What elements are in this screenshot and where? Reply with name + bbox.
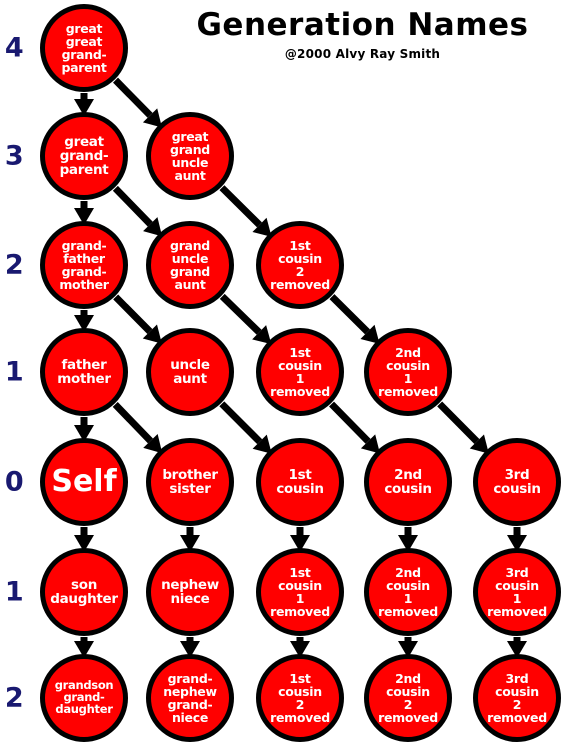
relative-node[interactable]: brother sister [146, 438, 234, 526]
relative-node-label: 1st cousin 2 removed [270, 238, 330, 292]
sibling-branch-arrow [113, 77, 162, 128]
relative-node[interactable]: son daughter [40, 548, 128, 636]
relative-node-label: 3rd cousin 1 removed [487, 565, 547, 619]
relative-node-label: Self [51, 464, 117, 500]
relative-node-label: nephew niece [161, 576, 219, 607]
relative-node[interactable]: 3rd cousin 1 removed [473, 548, 561, 636]
relative-node[interactable]: uncle aunt [146, 328, 234, 416]
relative-node-label: brother sister [162, 466, 218, 497]
relative-node-label: 2nd cousin 1 removed [378, 565, 438, 619]
relative-node[interactable]: grand uncle grand aunt [146, 221, 234, 309]
relative-node[interactable]: 2nd cousin 2 removed [364, 654, 452, 742]
sibling-branch-arrow [219, 185, 272, 237]
relative-node-label: uncle aunt [170, 356, 210, 387]
relative-node[interactable]: nephew niece [146, 548, 234, 636]
relative-node-label: great grand- parent [59, 133, 109, 179]
relative-node[interactable]: 1st cousin [256, 438, 344, 526]
generation-names-diagram: 4 3 2 1 0 1 2 great great grand- parent great g… [0, 0, 565, 747]
relative-node[interactable]: 1st cousin 2 removed [256, 221, 344, 309]
relative-node[interactable]: 1st cousin 1 removed [256, 328, 344, 416]
generation-label: 1 [4, 356, 24, 388]
relative-node-label: grand- father grand- mother [59, 238, 109, 292]
relative-node-label: 1st cousin 1 removed [270, 565, 330, 619]
relative-node-label: 1st cousin 1 removed [270, 345, 330, 399]
sibling-branch-arrow [219, 401, 272, 454]
sibling-branch-arrow [112, 401, 163, 454]
generation-label: 2 [4, 249, 24, 281]
page-title: Generation Names [196, 7, 529, 43]
generation-label: 1 [4, 576, 24, 608]
sibling-branch-arrow [112, 185, 163, 237]
relative-node-label: great grand uncle aunt [170, 129, 210, 183]
relative-node-label: 3rd cousin 2 removed [487, 671, 547, 725]
generation-label: 0 [4, 466, 24, 498]
generation-label: 2 [4, 682, 24, 714]
relative-node-label: 2nd cousin 1 removed [378, 345, 438, 399]
relative-node-label: great great grand- parent [61, 21, 107, 75]
relative-node-label: son daughter [50, 576, 118, 607]
relative-node[interactable]: grand- father grand- mother [40, 221, 128, 309]
relative-node[interactable]: great grand- parent [40, 112, 128, 200]
title-block: Generation Names @2000 Alvy Ray Smith [160, 8, 565, 61]
relative-node-label: 2nd cousin [384, 466, 432, 497]
relative-node[interactable]: Self [40, 438, 128, 526]
copyright-line: @2000 Alvy Ray Smith [284, 47, 441, 62]
generation-label: 4 [4, 32, 24, 64]
relative-node-label: grand- nephew grand- niece [163, 671, 217, 725]
relative-node[interactable]: 2nd cousin [364, 438, 452, 526]
relative-node-label: grandson grand- daughter [54, 678, 114, 716]
relative-node[interactable]: 2nd cousin 1 removed [364, 548, 452, 636]
relative-node[interactable]: 1st cousin 2 removed [256, 654, 344, 742]
relative-node-label: 1st cousin 2 removed [270, 671, 330, 725]
relative-node-label: 1st cousin [276, 466, 324, 497]
sibling-branch-arrow [329, 294, 380, 344]
relative-node-label: grand uncle grand aunt [170, 238, 210, 292]
relative-node[interactable]: father mother [40, 328, 128, 416]
relative-node[interactable]: 1st cousin 1 removed [256, 548, 344, 636]
relative-node[interactable]: grand- nephew grand- niece [146, 654, 234, 742]
generation-label: 3 [4, 140, 24, 172]
relative-node[interactable]: 3rd cousin 2 removed [473, 654, 561, 742]
relative-node[interactable]: great great grand- parent [40, 4, 128, 92]
relative-node-label: 3rd cousin [493, 466, 541, 497]
sibling-branch-arrow [329, 401, 380, 454]
sibling-branch-arrow [219, 293, 272, 345]
relative-node-label: 2nd cousin 2 removed [378, 671, 438, 725]
relative-node[interactable]: great grand uncle aunt [146, 112, 234, 200]
relative-node[interactable]: 3rd cousin [473, 438, 561, 526]
relative-node[interactable]: grandson grand- daughter [40, 654, 128, 742]
sibling-branch-arrow [437, 401, 489, 454]
relative-node-label: father mother [57, 356, 111, 387]
sibling-branch-arrow [113, 294, 162, 344]
relative-node[interactable]: 2nd cousin 1 removed [364, 328, 452, 416]
